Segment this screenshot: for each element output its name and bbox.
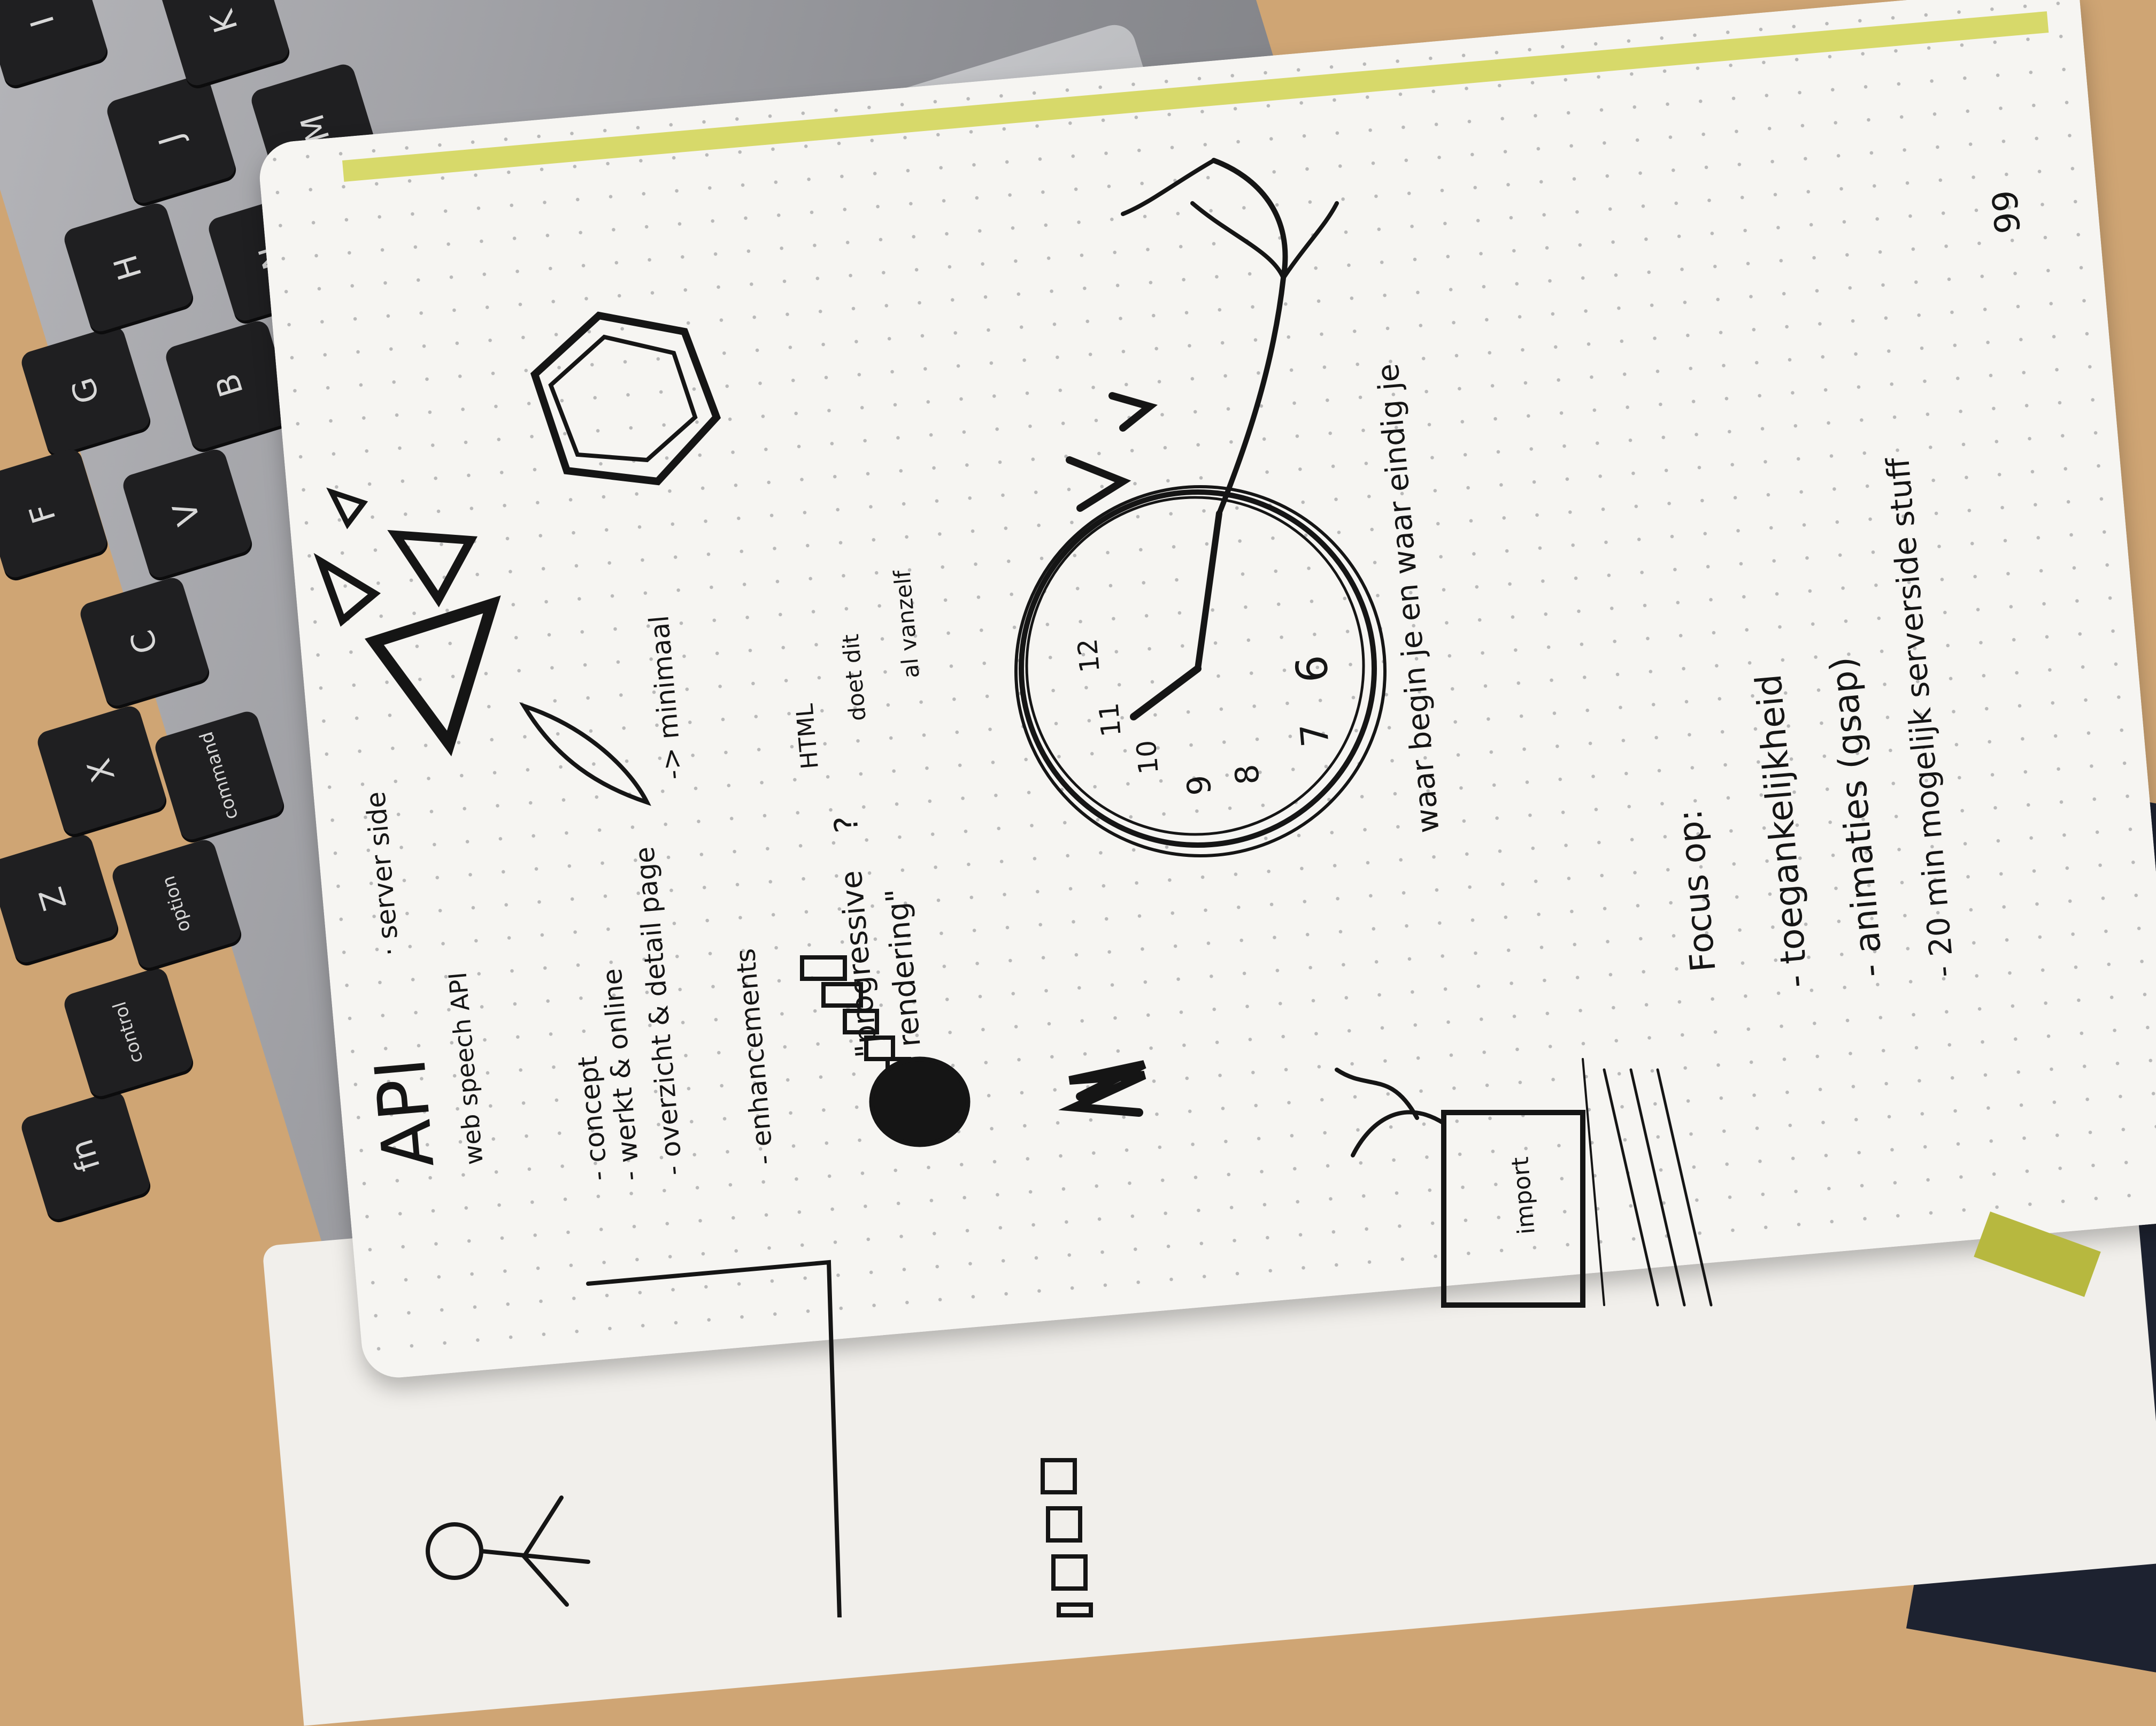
scribble xyxy=(1058,1060,1146,1117)
boxes-sketch xyxy=(1041,1458,1093,1617)
clock-number-9: 9 xyxy=(1180,773,1219,797)
clock-number-10: 10 xyxy=(1130,739,1165,776)
sketches xyxy=(313,158,1713,1617)
clock-number-6: 6 xyxy=(1286,653,1338,685)
leaf-sketch xyxy=(519,702,651,806)
clock-number-12: 12 xyxy=(1072,637,1106,674)
stick-figure-sketch xyxy=(426,1495,590,1607)
note-html: HTML xyxy=(791,702,824,770)
apple-sketch xyxy=(869,1056,971,1147)
tree-sketch xyxy=(1121,158,1339,280)
note-question: ? xyxy=(827,814,866,834)
photo-scene: fncontroloptioncommandZXCVBNMGHJKFI xyxy=(0,0,2156,1726)
clock-number-11: 11 xyxy=(1093,701,1127,738)
clock-sketch xyxy=(1014,158,1387,857)
page-number: 99 xyxy=(1985,188,2029,235)
note-title: API xyxy=(359,1054,450,1171)
triangle-small xyxy=(313,553,381,627)
clock-number-8: 8 xyxy=(1228,762,1267,786)
triangle-large xyxy=(365,595,501,757)
clock-number-7: 7 xyxy=(1292,721,1338,749)
frame-sketch xyxy=(586,1260,842,1617)
triangle-mid xyxy=(387,530,478,608)
